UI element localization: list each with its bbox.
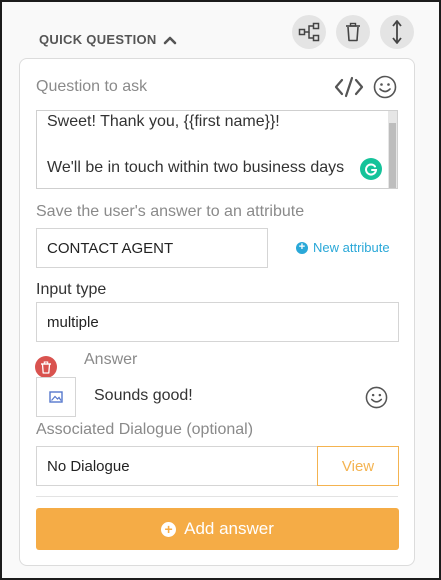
emoji-icon[interactable] bbox=[365, 386, 388, 409]
grammarly-icon[interactable] bbox=[360, 158, 382, 180]
question-line-1: Sweet! Thank you, {{first name}}! bbox=[47, 113, 280, 130]
dialogue-label: Associated Dialogue (optional) bbox=[36, 421, 254, 438]
flow-button[interactable] bbox=[292, 15, 326, 49]
answer-image-button[interactable] bbox=[36, 377, 76, 417]
chevron-up-icon bbox=[163, 36, 176, 44]
emoji-icon[interactable] bbox=[373, 75, 397, 99]
flow-icon bbox=[298, 22, 320, 42]
question-textarea[interactable]: Sweet! Thank you, {{first name}}! We'll … bbox=[36, 110, 398, 189]
dialogue-select[interactable]: No Dialogue bbox=[36, 446, 318, 486]
code-icon[interactable] bbox=[334, 76, 364, 98]
panel-header: QUICK QUESTION bbox=[2, 2, 439, 60]
scrollbar-thumb[interactable] bbox=[389, 123, 396, 188]
add-answer-label: Add answer bbox=[184, 519, 274, 538]
input-type-field[interactable]: multiple bbox=[36, 302, 399, 342]
answer-input[interactable]: Sounds good! bbox=[94, 387, 193, 405]
image-icon bbox=[49, 391, 63, 403]
view-dialogue-button[interactable]: View bbox=[317, 446, 399, 486]
question-label: Question to ask bbox=[36, 78, 148, 95]
attribute-input[interactable]: CONTACT AGENT bbox=[36, 228, 268, 268]
textarea-scrollbar[interactable] bbox=[388, 111, 397, 188]
attribute-label: Save the user's answer to an attribute bbox=[36, 203, 305, 220]
delete-question-button[interactable] bbox=[336, 15, 370, 49]
question-line-2: We'll be in touch within two business da… bbox=[47, 159, 345, 176]
panel-title: QUICK QUESTION bbox=[39, 32, 157, 47]
trash-icon bbox=[346, 22, 360, 42]
divider bbox=[36, 496, 398, 497]
new-attribute-link[interactable]: + New attribute bbox=[296, 240, 390, 255]
quick-question-panel: QUICK QUESTION Question to ask Sweet! Th… bbox=[0, 0, 441, 580]
delete-answer-button[interactable] bbox=[35, 356, 57, 378]
collapse-toggle[interactable]: QUICK QUESTION bbox=[39, 32, 177, 47]
plus-circle-icon: + bbox=[161, 521, 177, 537]
new-attribute-label: New attribute bbox=[313, 240, 390, 255]
plus-circle-icon: + bbox=[296, 241, 308, 254]
move-vertical-icon bbox=[392, 20, 402, 44]
question-card: Question to ask Sweet! Thank you, {{firs… bbox=[19, 58, 415, 566]
answer-label: Answer bbox=[84, 351, 138, 368]
trash-icon bbox=[41, 360, 51, 374]
move-handle[interactable] bbox=[380, 15, 414, 49]
add-answer-button[interactable]: + Add answer bbox=[36, 508, 399, 550]
input-type-label: Input type bbox=[36, 281, 107, 298]
